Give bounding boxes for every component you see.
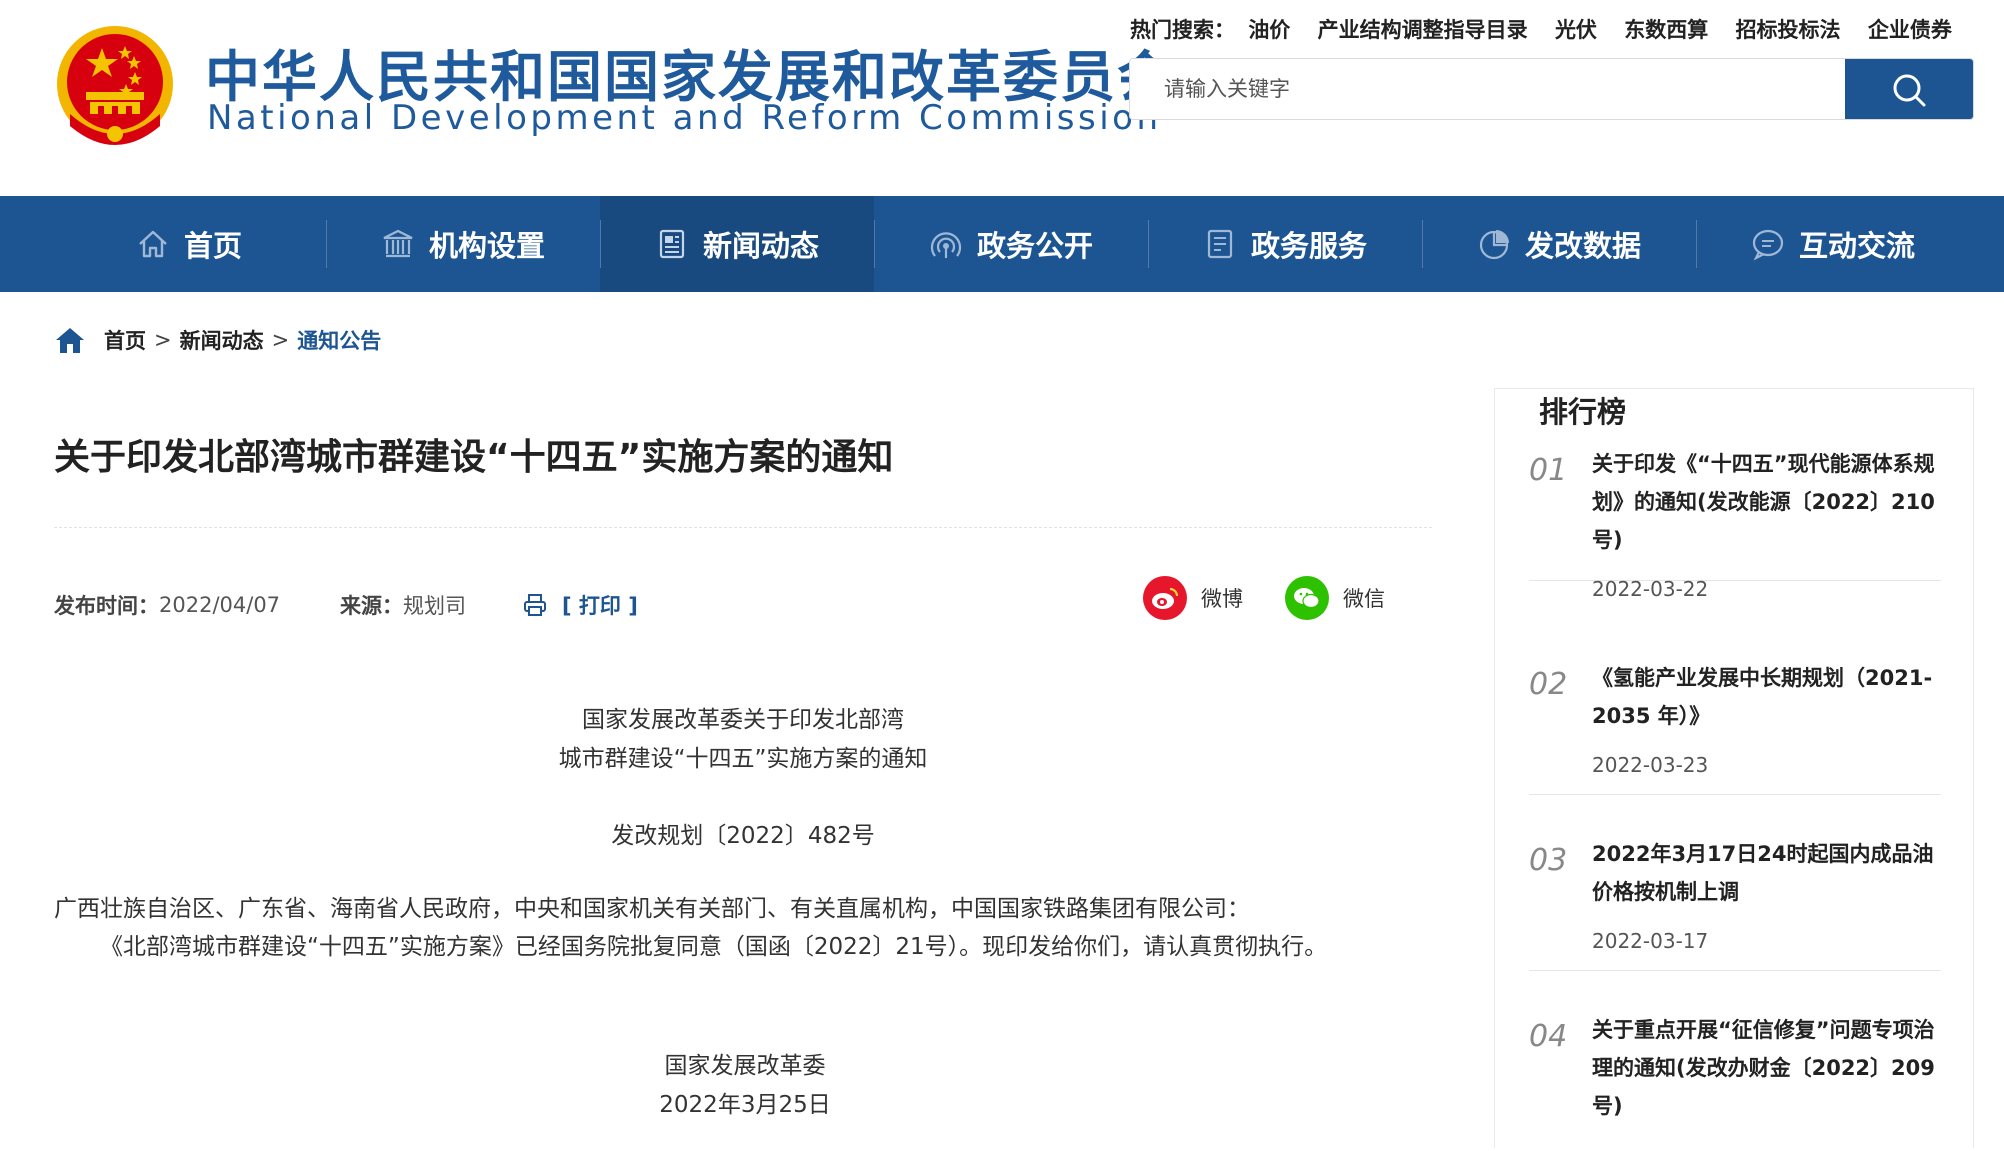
ranking-number: 02 <box>1529 667 1568 702</box>
search-button[interactable] <box>1845 59 1973 119</box>
nav-item-label: 机构设置 <box>428 229 545 263</box>
ranking-panel: 排行榜 01 关于印发《“十四五”现代能源体系规划》的通知(发改能源〔2022〕… <box>1494 388 1974 1148</box>
nav-item-organization[interactable]: 机构设置 <box>326 196 600 292</box>
nav-item-label: 政务公开 <box>976 229 1093 263</box>
nav-item-label: 发改数据 <box>1524 229 1641 263</box>
nav-item-data[interactable]: 发改数据 <box>1422 196 1696 292</box>
site-title-en: National Development and Reform Commissi… <box>207 98 1162 138</box>
home-icon <box>139 230 167 258</box>
printer-icon <box>524 594 546 616</box>
ranking-date: 2022-03-23 <box>1592 753 1709 777</box>
breadcrumb-separator: > <box>154 328 172 352</box>
title-divider <box>54 527 1432 528</box>
ranking-number: 01 <box>1529 453 1568 488</box>
wechat-icon <box>1285 576 1329 620</box>
ranking-link[interactable]: 关于印发《“十四五”现代能源体系规划》的通知(发改能源〔2022〕210号) <box>1592 445 1942 559</box>
page: 中华人民共和国国家发展和改革委员会 National Development a… <box>0 0 2004 1148</box>
ranking-link[interactable]: 关于重点开展“征信修复”问题专项治理的通知(发改办财金〔2022〕209号) <box>1592 1011 1942 1125</box>
nav-item-label: 政务服务 <box>1250 229 1367 263</box>
weibo-icon <box>1143 576 1187 620</box>
ranking-number: 04 <box>1529 1019 1568 1054</box>
breadcrumb-home[interactable]: 首页 <box>104 325 146 355</box>
document-number: 发改规划〔2022〕482号 <box>611 823 875 849</box>
share-weibo-label: 微博 <box>1201 587 1243 611</box>
ranking-title: 排行榜 <box>1539 395 1627 429</box>
ranking-link[interactable]: 《氢能产业发展中长期规划（2021-2035 年）》 <box>1592 659 1942 735</box>
print-label: [ 打印 ] <box>562 594 638 618</box>
nav-item-home[interactable]: 首页 <box>52 196 326 292</box>
breadcrumb-news[interactable]: 新闻动态 <box>180 325 264 355</box>
hot-search-label: 热门搜索： <box>1130 18 1235 42</box>
document-icon <box>1207 229 1233 259</box>
print-button[interactable]: [ 打印 ] <box>522 588 638 622</box>
source-label: 来源： <box>340 594 404 618</box>
pie-chart-icon <box>1479 230 1509 260</box>
ranking-link[interactable]: 2022年3月17日24时起国内成品油价格按机制上调 <box>1592 835 1942 911</box>
home-icon[interactable] <box>54 325 86 355</box>
chat-icon <box>1752 229 1784 261</box>
hot-search-term[interactable]: 招标投标法 <box>1736 18 1841 42</box>
nav-item-label: 互动交流 <box>1798 229 1915 263</box>
nav-item-services[interactable]: 政务服务 <box>1148 196 1422 292</box>
breadcrumb: 首页 > 新闻动态 > 通知公告 <box>54 324 381 356</box>
hot-search-term[interactable]: 企业债券 <box>1868 18 1952 42</box>
ranking-item: 01 关于印发《“十四五”现代能源体系规划》的通知(发改能源〔2022〕210号… <box>1529 445 1942 601</box>
breadcrumb-notices[interactable]: 通知公告 <box>297 325 381 355</box>
share-wechat-button[interactable]: 微信 <box>1285 576 1385 620</box>
site-header: 中华人民共和国国家发展和改革委员会 National Development a… <box>0 0 2004 196</box>
building-icon <box>383 229 413 258</box>
search-input[interactable] <box>1130 59 1845 119</box>
sign-date: 2022年3月25日 <box>659 1092 831 1118</box>
article-body: 《北部湾城市群建设“十四五”实施方案》已经国务院批复同意（国函〔2022〕21号… <box>100 934 1328 960</box>
breadcrumb-separator: > <box>271 328 290 352</box>
share-wechat-label: 微信 <box>1343 587 1385 611</box>
source-value: 规划司 <box>403 594 467 618</box>
ranking-date: 2022-03-22 <box>1592 577 1709 601</box>
addressees: 广西壮族自治区、广东省、海南省人民政府，中央和国家机关有关部门、有关直属机构，中… <box>54 896 1250 922</box>
document-heading-line2: 城市群建设“十四五”实施方案的通知 <box>558 746 928 772</box>
main-nav: 首页 机构设置 新闻动态 政务公开 政务服务 发改数据 互动交流 <box>0 196 2004 292</box>
newspaper-icon <box>659 229 685 259</box>
nav-item-label: 新闻动态 <box>702 229 819 263</box>
ranking-item: 04 关于重点开展“征信修复”问题专项治理的通知(发改办财金〔2022〕209号… <box>1529 1011 1941 1151</box>
hot-search-term[interactable]: 东数西算 <box>1624 18 1708 42</box>
broadcast-icon <box>930 232 962 258</box>
signature: 国家发展改革委 <box>664 1053 826 1079</box>
ranking-number: 03 <box>1529 843 1568 878</box>
search-box <box>1129 58 1974 120</box>
ranking-date: 2022-03-17 <box>1592 929 1709 953</box>
nav-item-label: 首页 <box>183 229 242 263</box>
publish-date: 2022/04/07 <box>159 593 281 617</box>
hot-search-bar: 热门搜索： 油价 产业结构调整指导目录 光伏 东数西算 招标投标法 企业债券 <box>1130 14 1972 44</box>
article-meta: 发布时间： 2022/04/07 来源： 规划司 <box>54 588 466 622</box>
hot-search-term[interactable]: 产业结构调整指导目录 <box>1318 18 1528 42</box>
search-icon <box>1893 74 1926 107</box>
share-weibo-button[interactable]: 微博 <box>1143 576 1243 620</box>
nav-item-news[interactable]: 新闻动态 <box>600 196 874 292</box>
article-title: 关于印发北部湾城市群建设“十四五”实施方案的通知 <box>54 437 894 478</box>
nav-item-government-affairs[interactable]: 政务公开 <box>874 196 1148 292</box>
publish-label: 发布时间： <box>54 594 159 618</box>
nav-item-interaction[interactable]: 互动交流 <box>1696 196 1970 292</box>
national-emblem-logo[interactable] <box>52 22 178 152</box>
hot-search-term[interactable]: 油价 <box>1248 18 1290 42</box>
ranking-item: 03 2022年3月17日24时起国内成品油价格按机制上调 2022-03-17 <box>1529 835 1941 971</box>
document-heading-line1: 国家发展改革委关于印发北部湾 <box>582 707 904 733</box>
ranking-item: 02 《氢能产业发展中长期规划（2021-2035 年）》 2022-03-23 <box>1529 659 1941 795</box>
hot-search-term[interactable]: 光伏 <box>1555 18 1597 42</box>
